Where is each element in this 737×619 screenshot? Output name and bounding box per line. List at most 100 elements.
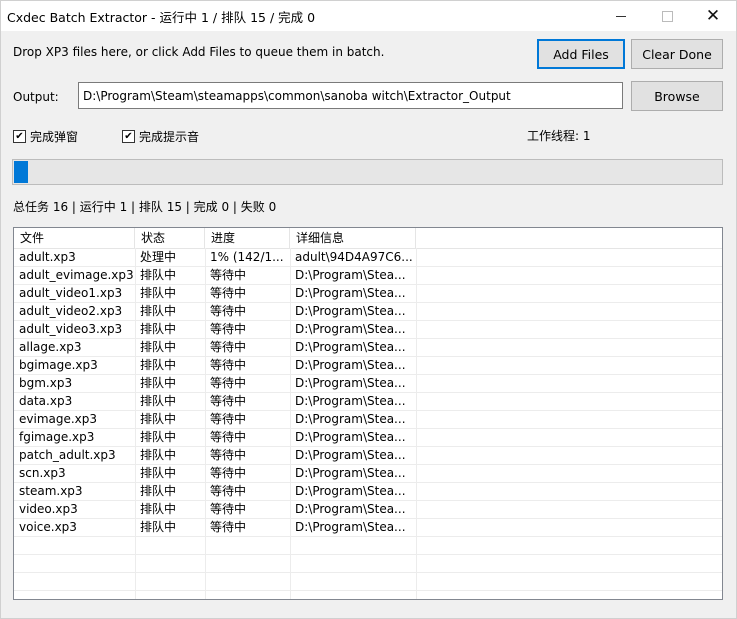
status-cell: 排队中 [140,448,177,462]
file-name-cell: adult.xp3 [19,250,76,264]
popup-checkbox[interactable]: ✔ 完成弹窗 [13,128,78,145]
file-name-cell: patch_adult.xp3 [19,448,116,462]
file-name-cell: bgimage.xp3 [19,358,98,372]
status-cell: 排队中 [140,340,177,354]
minimize-button[interactable] [598,1,644,31]
column-header-detail[interactable]: 详细信息 [290,228,416,248]
table-row[interactable]: steam.xp3 排队中 等待中 D:\Program\Stea... [14,483,722,501]
detail-cell: D:\Program\Stea... [295,520,406,534]
table-row[interactable]: patch_adult.xp3 排队中 等待中 D:\Program\Stea... [14,447,722,465]
empty-row [14,537,722,555]
progress-cell: 等待中 [210,268,247,282]
table-row[interactable]: allage.xp3 排队中 等待中 D:\Program\Stea... [14,339,722,357]
file-name-cell: data.xp3 [19,394,73,408]
progress-cell: 1% (142/1... [210,250,284,264]
progress-cell: 等待中 [210,430,247,444]
progress-cell: 等待中 [210,448,247,462]
table-row[interactable]: bgm.xp3 排队中 等待中 D:\Program\Stea... [14,375,722,393]
maximize-icon [661,10,673,22]
progress-cell: 等待中 [210,466,247,480]
table-row[interactable]: adult_evimage.xp3 排队中 等待中 D:\Program\Stea..… [14,267,722,285]
progress-cell: 等待中 [210,502,247,516]
status-cell: 排队中 [140,322,177,336]
add-files-button[interactable]: Add Files [537,39,625,69]
table-row[interactable]: scn.xp3 排队中 等待中 D:\Program\Stea... [14,465,722,483]
status-cell: 排队中 [140,502,177,516]
column-header-state[interactable]: 状态 [135,228,205,248]
file-name-cell: evimage.xp3 [19,412,98,426]
title-bar[interactable]: Cxdec Batch Extractor - 运行中 1 / 排队 15 / … [1,1,736,31]
table-row[interactable]: fgimage.xp3 排队中 等待中 D:\Program\Stea... [14,429,722,447]
table-row[interactable]: adult_video2.xp3 排队中 等待中 D:\Program\Stea... [14,303,722,321]
detail-cell: D:\Program\Stea... [295,448,406,462]
empty-row [14,555,722,573]
progress-cell: 等待中 [210,358,247,372]
table-row[interactable]: adult_video3.xp3 排队中 等待中 D:\Program\Stea... [14,321,722,339]
status-cell: 排队中 [140,484,177,498]
file-name-cell: adult_video3.xp3 [19,322,123,336]
detail-cell: D:\Program\Stea... [295,502,406,516]
detail-cell: D:\Program\Stea... [295,430,406,444]
close-button[interactable]: ✕ [690,1,736,31]
list-header: 文件 状态 进度 详细信息 [14,228,722,249]
detail-cell: D:\Program\Stea... [295,304,406,318]
table-row[interactable]: data.xp3 排队中 等待中 D:\Program\Stea... [14,393,722,411]
table-row[interactable]: video.xp3 排队中 等待中 D:\Program\Stea... [14,501,722,519]
checkbox-check-icon: ✔ [122,130,135,143]
status-cell: 排队中 [140,412,177,426]
maximize-button[interactable] [644,1,690,31]
detail-cell: D:\Program\Stea... [295,394,406,408]
progress-cell: 等待中 [210,520,247,534]
minimize-icon [616,15,626,17]
window-title: Cxdec Batch Extractor - 运行中 1 / 排队 15 / … [7,10,316,25]
drop-hint: Drop XP3 files here, or click Add Files … [13,45,385,59]
table-row[interactable]: adult_video1.xp3 排队中 等待中 D:\Program\Stea... [14,285,722,303]
file-name-cell: fgimage.xp3 [19,430,95,444]
file-name-cell: video.xp3 [19,502,78,516]
status-cell: 排队中 [140,268,177,282]
detail-cell: D:\Program\Stea... [295,376,406,390]
progress-cell: 等待中 [210,394,247,408]
detail-cell: D:\Program\Stea... [295,484,406,498]
close-icon: ✕ [705,5,721,26]
file-name-cell: steam.xp3 [19,484,83,498]
column-header-file[interactable]: 文件 [14,228,135,248]
status-cell: 排队中 [140,304,177,318]
status-cell: 排队中 [140,394,177,408]
task-summary: 总任务 16 | 运行中 1 | 排队 15 | 完成 0 | 失败 0 [13,200,277,214]
checkbox-check-icon: ✔ [13,130,26,143]
sound-checkbox[interactable]: ✔ 完成提示音 [122,128,199,145]
detail-cell: D:\Program\Stea... [295,286,406,300]
detail-cell: D:\Program\Stea... [295,412,406,426]
table-row[interactable]: bgimage.xp3 排队中 等待中 D:\Program\Stea... [14,357,722,375]
popup-checkbox-label: 完成弹窗 [30,130,79,144]
table-row[interactable]: voice.xp3 排队中 等待中 D:\Program\Stea... [14,519,722,537]
worker-threads-label: 工作线程: 1 [527,129,591,143]
status-cell: 排队中 [140,520,177,534]
detail-cell: D:\Program\Stea... [295,358,406,372]
task-list[interactable]: 文件 状态 进度 详细信息 adult.xp3 处理中 1% (142/1... ad… [13,227,723,600]
output-path-input[interactable] [78,82,623,109]
progress-cell: 等待中 [210,340,247,354]
detail-cell: D:\Program\Stea... [295,268,406,282]
status-cell: 排队中 [140,430,177,444]
progress-cell: 等待中 [210,412,247,426]
progress-cell: 等待中 [210,286,247,300]
status-cell: 处理中 [140,250,177,264]
table-row[interactable]: adult.xp3 处理中 1% (142/1... adult\94D4A97C6.… [14,249,722,267]
status-cell: 排队中 [140,466,177,480]
file-name-cell: allage.xp3 [19,340,82,354]
progress-cell: 等待中 [210,484,247,498]
browse-button[interactable]: Browse [631,81,723,111]
file-name-cell: voice.xp3 [19,520,77,534]
status-cell: 排队中 [140,286,177,300]
app-window: Cxdec Batch Extractor - 运行中 1 / 排队 15 / … [0,0,737,619]
column-header-progress[interactable]: 进度 [205,228,290,248]
clear-done-button[interactable]: Clear Done [631,39,723,69]
file-name-cell: adult_video1.xp3 [19,286,123,300]
file-name-cell: bgm.xp3 [19,376,73,390]
table-row[interactable]: evimage.xp3 排队中 等待中 D:\Program\Stea... [14,411,722,429]
status-cell: 排队中 [140,376,177,390]
empty-row [14,573,722,591]
overall-progress-bar [12,159,723,185]
